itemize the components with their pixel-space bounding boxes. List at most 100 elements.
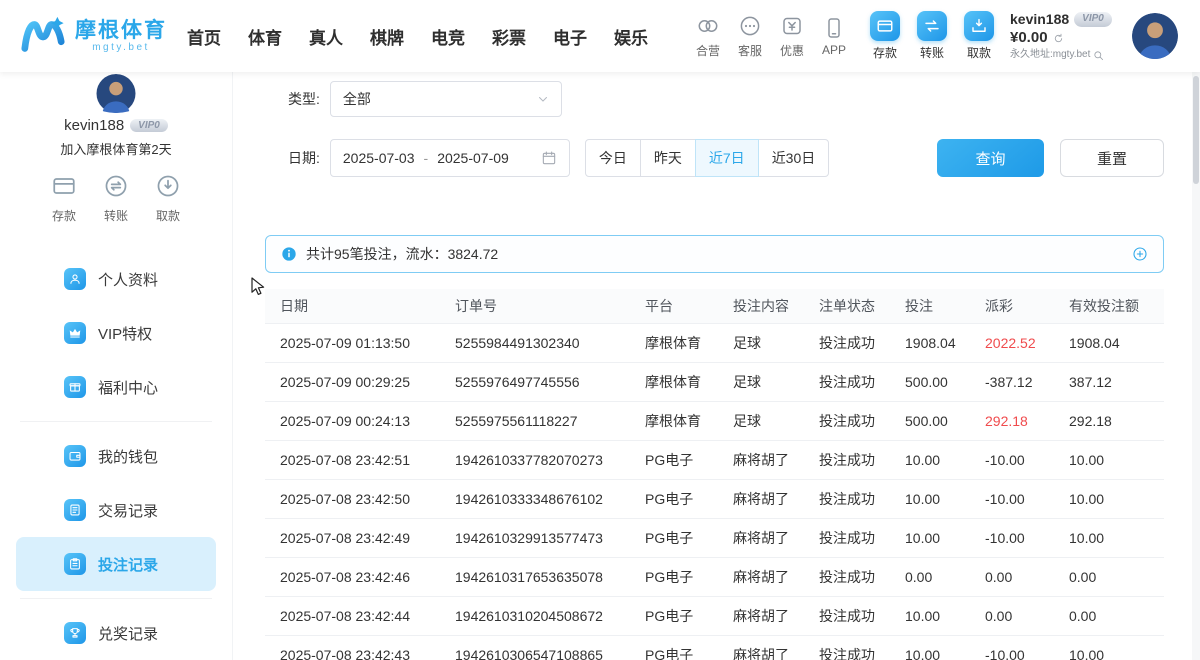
vertical-scrollbar[interactable] [1192,72,1200,660]
sidebar-item-prize-records[interactable]: 兑奖记录 [16,606,216,660]
main-content: 类型: 全部 日期: 2025-07-03 - 2025-07-09 今日 昨天 [233,72,1200,660]
sidebar-withdraw-button[interactable]: 取款 [155,173,181,224]
sidebar-item-label: 交易记录 [98,500,158,521]
profile-icon [64,268,86,290]
quick-range-group: 今日 昨天 近7日 近30日 [585,139,829,177]
table-row: 2025-07-08 23:42:46 1942610317653635078 … [265,557,1164,596]
cell-payout: 2022.52 [985,323,1069,362]
sidebar-avatar[interactable] [85,74,147,113]
sidebar-item-label: 个人资料 [98,269,158,290]
menu-divider [20,598,212,599]
withdraw-icon [964,11,994,41]
sidebar-deposit-label: 存款 [52,207,76,224]
cell-date: 2025-07-08 23:42:50 [265,479,455,518]
cell-status: 投注成功 [819,557,905,596]
range-7days-button[interactable]: 近7日 [695,139,759,177]
cell-content: 麻将胡了 [733,596,819,635]
header-vip-badge: VIP0 [1074,12,1112,27]
table-row: 2025-07-08 23:42:43 1942610306547108865 … [265,635,1164,660]
cell-status: 投注成功 [819,479,905,518]
reset-button[interactable]: 重置 [1060,139,1164,177]
date-range-input[interactable]: 2025-07-03 - 2025-07-09 [330,139,570,177]
nav-item-slots[interactable]: 电子 [553,24,587,49]
nav-item-lottery[interactable]: 彩票 [492,24,526,49]
cell-date: 2025-07-09 00:29:25 [265,362,455,401]
refresh-balance-icon[interactable] [1053,33,1064,44]
cell-bet: 500.00 [905,401,985,440]
cell-order-no: 1942610329913577473 [455,518,645,557]
page-body: kevin188 VIP0 加入摩根体育第2天 存款 转账 取款 [0,72,1200,660]
cell-platform: PG电子 [645,518,733,557]
cell-payout: -387.12 [985,362,1069,401]
sidebar-transfer-icon [103,173,129,202]
transfer-button[interactable]: 转账 [917,11,947,61]
col-header-platform: 平台 [645,289,733,323]
sidebar-item-bet-records[interactable]: 投注记录 [16,537,216,591]
wallet-icon [64,445,86,467]
sidebar-withdraw-icon [155,173,181,202]
gift-icon [64,376,86,398]
transactions-icon [64,499,86,521]
cell-content: 麻将胡了 [733,557,819,596]
nav-item-live-casino[interactable]: 真人 [309,24,343,49]
avatar-image [1132,13,1178,59]
cell-platform: PG电子 [645,479,733,518]
sidebar-joined-text: 加入摩根体育第2天 [60,139,171,158]
sidebar-deposit-button[interactable]: 存款 [51,173,77,224]
cell-date: 2025-07-08 23:42:49 [265,518,455,557]
cell-order-no: 1942610337782070273 [455,440,645,479]
brand-logo[interactable]: 摩根体育 mgty.bet [20,13,167,59]
nav-item-esports[interactable]: 电竞 [431,24,465,49]
cell-content: 麻将胡了 [733,479,819,518]
range-30days-button[interactable]: 近30日 [758,139,830,177]
table-row: 2025-07-08 23:42:49 1942610329913577473 … [265,518,1164,557]
brand-domain: mgty.bet [75,42,167,53]
bet-records-icon [64,553,86,575]
nav-item-sports[interactable]: 体育 [248,24,282,49]
deposit-button[interactable]: 存款 [870,11,900,61]
sidebar-item-vip[interactable]: VIP特权 [16,306,216,360]
nav-item-home[interactable]: 首页 [187,24,221,49]
date-from-value: 2025-07-03 [343,150,415,166]
col-header-bet: 投注 [905,289,985,323]
range-yesterday-button[interactable]: 昨天 [640,139,696,177]
app-download-link[interactable]: APP [814,15,854,57]
sidebar-item-wallet[interactable]: 我的钱包 [16,429,216,483]
cell-status: 投注成功 [819,635,905,660]
support-link[interactable]: 客服 [730,14,770,59]
partner-label: 合营 [696,42,720,59]
nav-item-entertainment[interactable]: 娱乐 [614,24,648,49]
nav-item-board-games[interactable]: 棋牌 [370,24,404,49]
promo-link[interactable]: 优惠 [772,14,812,59]
sidebar-item-label: 我的钱包 [98,446,158,467]
withdraw-button[interactable]: 取款 [964,11,994,61]
header-avatar[interactable] [1132,13,1178,59]
range-today-button[interactable]: 今日 [585,139,641,177]
expand-circle-icon[interactable] [1132,246,1148,262]
cell-order-no: 5255976497745556 [455,362,645,401]
cell-status: 投注成功 [819,518,905,557]
sidebar-item-welfare[interactable]: 福利中心 [16,360,216,414]
cell-bet: 1908.04 [905,323,985,362]
col-header-date: 日期 [265,289,455,323]
header-user-info: kevin188 VIP0 ¥0.00 永久地址:mgty.bet [1010,11,1118,62]
partner-link[interactable]: 合营 [688,14,728,59]
address-search-icon[interactable] [1093,50,1104,61]
brand-name: 摩根体育 [75,19,167,42]
promo-icon [780,14,805,39]
table-row: 2025-07-08 23:42:51 1942610337782070273 … [265,440,1164,479]
scrollbar-thumb[interactable] [1193,76,1199,184]
menu-divider [20,421,212,422]
sidebar-item-transactions[interactable]: 交易记录 [16,483,216,537]
table-row: 2025-07-08 23:42:50 1942610333348676102 … [265,479,1164,518]
cell-platform: 摩根体育 [645,401,733,440]
sidebar-item-profile[interactable]: 个人资料 [16,252,216,306]
sidebar-avatar-image [85,74,147,113]
sidebar-item-label: 兑奖记录 [98,623,158,644]
query-button[interactable]: 查询 [937,139,1044,177]
type-select[interactable]: 全部 [330,81,562,117]
cell-payout: 0.00 [985,596,1069,635]
sidebar-transfer-label: 转账 [104,207,128,224]
sidebar-transfer-button[interactable]: 转账 [103,173,129,224]
cell-status: 投注成功 [819,596,905,635]
